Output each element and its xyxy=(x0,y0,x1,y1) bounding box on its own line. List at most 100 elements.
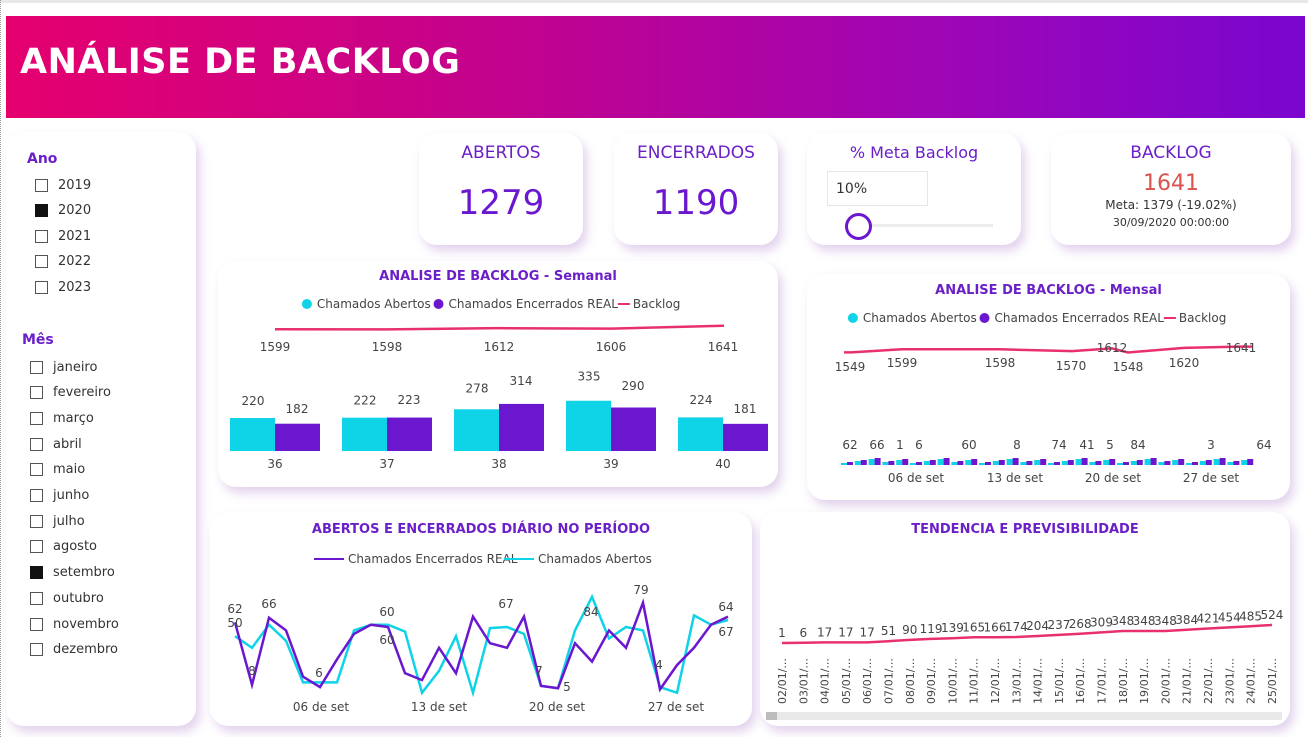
meta-slider-thumb[interactable] xyxy=(845,213,872,240)
month-item-label: março xyxy=(53,410,94,426)
bar-label-abertos: 220 xyxy=(242,394,265,408)
backlog-point-label: 1641 xyxy=(1226,341,1257,355)
x-tick-label: 39 xyxy=(603,457,618,471)
month-checkbox[interactable] xyxy=(30,360,43,374)
trend-point-label: 17 xyxy=(860,625,875,639)
month-item-fevereiro[interactable]: fevereiro xyxy=(30,384,111,402)
month-item-maio[interactable]: maio xyxy=(30,461,85,479)
month-item-julho[interactable]: julho xyxy=(30,512,85,530)
legend-label: Backlog xyxy=(633,297,680,311)
point-label: 60 xyxy=(379,633,394,647)
trend-point-label: 119 xyxy=(920,622,943,636)
x-tick-label: 21/01/... xyxy=(1181,658,1194,704)
year-checkbox[interactable] xyxy=(35,204,48,217)
trend-point-label: 268 xyxy=(1069,617,1092,631)
bar-encerrados xyxy=(723,423,768,451)
bar-value-label: 3 xyxy=(1207,438,1215,452)
x-tick-label: 19/01/... xyxy=(1138,658,1151,704)
bar-abertos xyxy=(1186,463,1192,465)
year-item-label: 2020 xyxy=(58,203,92,218)
backlog-point-label: 1641 xyxy=(708,340,739,354)
month-item-março[interactable]: março xyxy=(30,409,94,427)
bar-encerrados xyxy=(902,459,909,465)
bar-label-encerrados: 290 xyxy=(622,379,645,393)
bar-abertos xyxy=(1103,460,1110,465)
backlog-point-label: 1612 xyxy=(484,340,515,354)
month-checkbox[interactable] xyxy=(30,411,43,425)
month-item-label: maio xyxy=(53,462,86,478)
kpi-backlog-date: 30/09/2020 00:00:00 xyxy=(1112,216,1230,229)
month-checkbox[interactable] xyxy=(30,540,43,554)
month-checkbox[interactable] xyxy=(30,437,43,451)
month-checkbox[interactable] xyxy=(30,617,43,631)
month-checkbox[interactable] xyxy=(30,489,43,502)
x-tick-label: 25/01/... xyxy=(1266,658,1279,704)
year-item-2021[interactable]: 2021 xyxy=(35,227,91,245)
bar-encerrados xyxy=(1054,462,1060,465)
trend-scroll-thumb[interactable] xyxy=(766,712,777,720)
month-item-setembro[interactable]: setembro xyxy=(30,564,115,582)
kpi-abertos-card: ABERTOS 1279 xyxy=(419,133,583,245)
month-item-abril[interactable]: abril xyxy=(30,435,82,453)
bar-encerrados xyxy=(1178,459,1185,465)
kpi-backlog-card: BACKLOG 1641 Meta: 1379 (-19.02%) 30/09/… xyxy=(1051,133,1291,245)
trend-point-label: 309 xyxy=(1090,615,1113,629)
x-tick-label: 18/01/... xyxy=(1117,658,1130,704)
trend-point-label: 421 xyxy=(1197,612,1220,626)
x-tick-label: 37 xyxy=(379,457,394,471)
month-checkbox[interactable] xyxy=(30,643,43,657)
x-tick-label: 09/01/... xyxy=(925,658,938,704)
bar-abertos xyxy=(923,461,930,465)
backlog-point-label: 1612 xyxy=(1097,341,1128,355)
kpi-encerrados-card: ENCERRADOS 1190 xyxy=(614,133,778,245)
trend-point-label: 174 xyxy=(1005,620,1028,634)
month-item-outubro[interactable]: outubro xyxy=(30,589,104,607)
bar-encerrados xyxy=(1040,459,1047,465)
month-item-janeiro[interactable]: janeiro xyxy=(30,358,97,376)
year-checkbox[interactable] xyxy=(35,178,48,192)
backlog-point-label: 1598 xyxy=(372,340,403,354)
legend-label: Chamados Abertos xyxy=(317,297,431,311)
x-tick-label: 14/01/... xyxy=(1032,658,1045,704)
month-item-agosto[interactable]: agosto xyxy=(30,538,97,556)
trend-point-label: 454 xyxy=(1218,610,1241,624)
year-item-2020[interactable]: 2020 xyxy=(35,202,91,220)
legend-dot-marker xyxy=(301,299,312,309)
kpi-backlog-label: BACKLOG xyxy=(1130,143,1212,163)
bar-encerrados xyxy=(985,462,991,465)
month-item-junho[interactable]: junho xyxy=(30,487,89,505)
trend-point-label: 237 xyxy=(1047,618,1070,632)
bar-encerrados xyxy=(957,461,964,465)
bar-label-abertos: 222 xyxy=(354,393,377,407)
year-checkbox[interactable] xyxy=(35,280,48,294)
bar-encerrados xyxy=(1067,460,1074,465)
trend-horizontal-scrollbar[interactable] xyxy=(766,712,1282,720)
monthly-chart-svg: Chamados Abertos Chamados Encerrados REAL… xyxy=(835,311,1272,485)
month-checkbox[interactable] xyxy=(30,463,43,477)
trend-point-label: 6 xyxy=(799,626,807,640)
bar-abertos xyxy=(979,463,985,465)
year-checkbox[interactable] xyxy=(35,229,48,243)
month-checkbox[interactable] xyxy=(30,566,43,580)
year-checkbox[interactable] xyxy=(35,255,48,268)
kpi-abertos-value: 1279 xyxy=(457,183,545,223)
backlog-point-label: 1598 xyxy=(985,356,1016,370)
month-checkbox[interactable] xyxy=(30,386,43,400)
year-item-2022[interactable]: 2022 xyxy=(35,253,91,271)
page-title: ANÁLISE DE BACKLOG xyxy=(20,42,461,82)
meta-backlog-input[interactable]: 10% xyxy=(827,171,928,206)
bar-label-encerrados: 223 xyxy=(398,393,421,407)
point-label: 50 xyxy=(227,616,242,630)
month-item-dezembro[interactable]: dezembro xyxy=(30,641,118,659)
bar-label-abertos: 224 xyxy=(690,393,713,407)
point-label: 5 xyxy=(563,680,571,694)
bar-encerrados xyxy=(888,461,895,465)
month-checkbox[interactable] xyxy=(30,591,43,605)
month-checkbox[interactable] xyxy=(30,514,43,528)
x-tick-label: 06 de set xyxy=(888,471,945,485)
year-item-2023[interactable]: 2023 xyxy=(35,278,91,296)
bar-abertos xyxy=(1199,461,1206,465)
month-item-novembro[interactable]: novembro xyxy=(30,615,119,633)
year-item-2019[interactable]: 2019 xyxy=(35,176,91,194)
bar-abertos xyxy=(1144,459,1151,465)
